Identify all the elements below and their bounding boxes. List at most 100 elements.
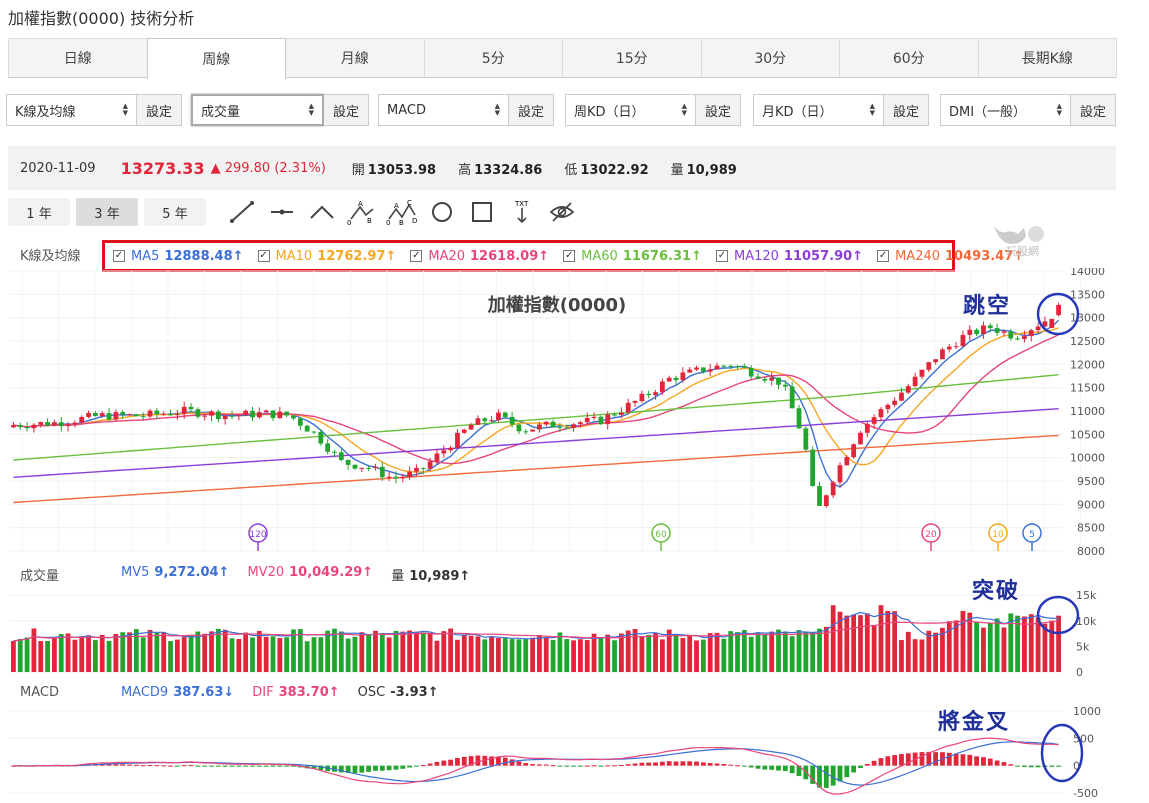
volume-bar — [912, 639, 918, 672]
candle — [584, 412, 590, 425]
indicator-select-3[interactable]: 周KD（日） ▲ ▼ — [565, 94, 696, 126]
candle — [45, 418, 50, 427]
osc-bar — [523, 763, 529, 766]
osc-bar — [236, 765, 242, 767]
range-button-1[interactable]: 3 年 — [76, 198, 138, 226]
volume-bar — [933, 632, 939, 672]
tab-5[interactable]: 30分 — [700, 38, 840, 77]
candle — [304, 424, 310, 432]
candle — [65, 421, 71, 432]
osc-bar — [352, 765, 358, 774]
tab-3[interactable]: 5分 — [423, 38, 563, 77]
ma-checkbox[interactable]: ✓ — [563, 250, 576, 262]
svg-text:10: 10 — [992, 530, 1004, 540]
osc-bar — [161, 765, 167, 767]
osc-bar — [195, 765, 201, 767]
tab-6[interactable]: 60分 — [839, 38, 979, 77]
settings-button-5[interactable]: 設定 — [1071, 94, 1116, 126]
osc-bar — [653, 762, 658, 766]
ma-checkbox[interactable]: ✓ — [257, 250, 270, 262]
tab-7[interactable]: 長期K線 — [977, 38, 1117, 77]
volume-bar — [632, 629, 638, 672]
volume-bar — [455, 639, 460, 672]
select-label: 成交量 — [201, 104, 241, 120]
candle — [297, 416, 303, 431]
osc-bar — [414, 765, 419, 767]
abcd-pattern-icon[interactable]: AC 0 B D — [382, 198, 422, 226]
indicator-select-2[interactable]: MACD ▲ ▼ — [378, 94, 509, 126]
abc-pattern-icon[interactable]: A 0 B — [342, 198, 382, 226]
ma-checkbox[interactable]: ✓ — [113, 250, 125, 262]
ma-checkbox[interactable]: ✓ — [410, 250, 423, 262]
range-button-0[interactable]: 1 年 — [8, 198, 70, 226]
osc-bar — [981, 757, 986, 766]
osc-bar — [455, 757, 460, 766]
osc-bar — [721, 764, 727, 766]
line-tool-icon[interactable] — [222, 198, 262, 226]
indicator-select-1[interactable]: 成交量 ▲ ▼ — [191, 94, 324, 126]
ma-name: MA120 — [733, 248, 779, 264]
osc-bar — [359, 765, 365, 773]
osc-bar — [994, 760, 1000, 766]
ma-name: MA20 — [428, 248, 466, 264]
horizontal-line-icon[interactable] — [262, 198, 302, 226]
volume-bar — [202, 633, 208, 672]
settings-button-3[interactable]: 設定 — [696, 94, 741, 126]
mv5-line — [13, 611, 1059, 642]
volume-bar — [400, 631, 406, 672]
tab-4[interactable]: 15分 — [562, 38, 702, 77]
rectangle-tool-icon[interactable] — [462, 198, 502, 226]
angle-line-icon[interactable] — [302, 198, 342, 226]
volume-bar — [885, 610, 891, 672]
hide-eye-icon[interactable] — [542, 198, 582, 226]
volume-bar — [537, 634, 542, 672]
volume-bar — [489, 636, 494, 672]
tab-2[interactable]: 月線 — [285, 38, 425, 77]
settings-button-0[interactable]: 設定 — [137, 94, 182, 126]
circle-tool-icon[interactable] — [422, 198, 462, 226]
text-tool-icon[interactable]: TXT — [502, 198, 542, 226]
volume-bar — [304, 641, 310, 672]
osc-bar — [748, 765, 754, 768]
candle — [823, 494, 829, 508]
osc-bar — [168, 765, 173, 767]
volume-bar — [448, 628, 454, 672]
osc-bar — [407, 765, 413, 768]
quote-open: 開 13053.98 — [351, 162, 437, 178]
candle — [359, 467, 365, 472]
range-button-2[interactable]: 5 年 — [144, 198, 206, 226]
tab-1[interactable]: 周線 — [146, 38, 286, 79]
indicator-select-4[interactable]: 月KD（日） ▲ ▼ — [753, 94, 884, 126]
volume-bar — [509, 639, 515, 672]
osc-bar — [530, 764, 535, 766]
settings-button-2[interactable]: 設定 — [509, 94, 554, 126]
settings-button-4[interactable]: 設定 — [884, 94, 929, 126]
osc-bar — [591, 765, 597, 767]
select-label: 月KD（日） — [762, 104, 833, 120]
candle — [598, 415, 604, 425]
indicator-select-0[interactable]: K線及均線 ▲ ▼ — [6, 94, 137, 126]
volume-bar — [52, 638, 57, 672]
volume-bar — [318, 637, 324, 672]
ma-checkbox[interactable]: ✓ — [715, 250, 728, 262]
osc-bar — [379, 765, 385, 771]
ma-checkbox[interactable]: ✓ — [877, 250, 890, 262]
tab-0[interactable]: 日線 — [8, 38, 148, 77]
ma-name: MA10 — [275, 248, 313, 264]
volume-bar — [434, 640, 440, 672]
osc-bar — [864, 764, 870, 766]
osc-bar — [516, 761, 522, 766]
osc-bar — [960, 754, 966, 766]
indicator-select-5[interactable]: DMI（一般） ▲ ▼ — [940, 94, 1071, 126]
kline-legend-label: K線及均線 — [20, 249, 81, 264]
volume-bar — [721, 638, 727, 672]
osc-bar — [858, 765, 863, 768]
osc-bar — [735, 765, 740, 767]
volume-bar — [605, 634, 611, 672]
settings-button-1[interactable]: 設定 — [324, 94, 369, 126]
volume-bar — [222, 629, 228, 672]
volume-bar — [243, 632, 249, 672]
indicator-selectors: K線及均線 ▲ ▼ 設定 成交量 ▲ ▼ 設定 MACD ▲ ▼ 設定 周KD（日） ▲ ▼ 設定 月KD（日）… — [6, 94, 1120, 128]
candle — [817, 482, 822, 507]
osc-bar — [974, 756, 980, 766]
